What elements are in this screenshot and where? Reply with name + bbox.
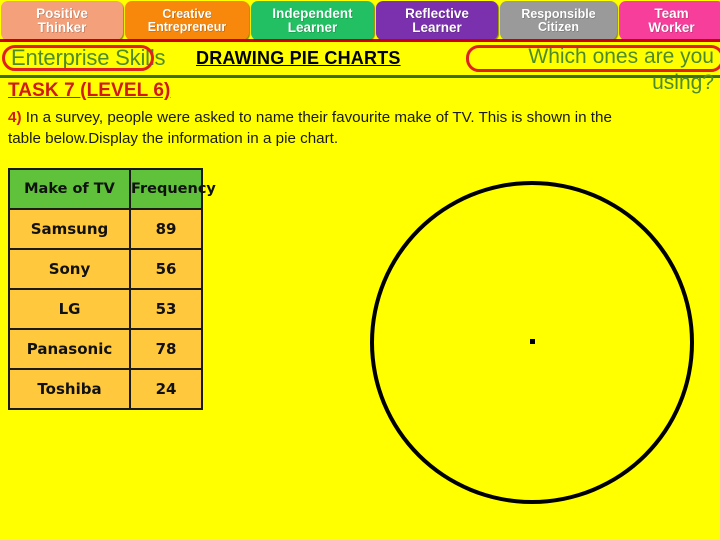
callout-line-2: using? — [652, 70, 714, 94]
cell-frequency: 24 — [129, 368, 203, 410]
task-label: TASK 7 (LEVEL 6) — [8, 80, 171, 101]
tab-line-1: Creative — [162, 6, 212, 21]
cell-frequency: 53 — [129, 288, 203, 330]
tab-line-2: Learner — [412, 19, 462, 35]
tab-line-1: Reflective — [405, 5, 469, 21]
table-row: Samsung 89 — [8, 208, 203, 250]
tab-line-2: Thinker — [37, 19, 87, 35]
tab-line-2: Worker — [648, 19, 695, 35]
tab-line-1: Team — [654, 5, 689, 21]
cell-make: Toshiba — [8, 368, 131, 410]
cell-make: Samsung — [8, 208, 131, 250]
column-header-frequency: Frequency — [129, 168, 216, 210]
tab-creative-entrepreneur[interactable]: Creative Entrepreneur — [125, 1, 249, 40]
tab-line-1: Responsible — [521, 6, 596, 21]
cell-frequency: 56 — [129, 248, 203, 290]
tab-line-2: Learner — [287, 19, 338, 35]
cell-frequency: 78 — [129, 328, 203, 370]
question-text: In a survey, people were asked to name t… — [8, 109, 612, 147]
tab-independent-learner[interactable]: Independent Learner — [251, 1, 374, 40]
cell-make: Sony — [8, 248, 131, 290]
tab-line-1: Positive — [36, 5, 88, 21]
tab-line-2: Citizen — [538, 19, 579, 34]
frequency-table: Make of TV Frequency Samsung 89 Sony 56 … — [8, 168, 216, 410]
tab-positive-thinker[interactable]: Positive Thinker — [1, 1, 123, 40]
tab-reflective-learner[interactable]: Reflective Learner — [376, 1, 498, 40]
cell-make: LG — [8, 288, 131, 330]
tab-responsible-citizen[interactable]: Responsible Citizen — [500, 1, 617, 40]
table-header-row: Make of TV Frequency — [8, 168, 216, 210]
cell-make: Panasonic — [8, 328, 131, 370]
question-number: 4) — [8, 109, 22, 126]
question-paragraph: 4) In a survey, people were asked to nam… — [8, 108, 648, 150]
callout-highlight-box — [466, 45, 720, 72]
page-title: DRAWING PIE CHARTS — [196, 48, 401, 68]
cell-frequency: 89 — [129, 208, 203, 250]
table-row: Panasonic 78 — [8, 328, 203, 370]
table-row: LG 53 — [8, 288, 203, 330]
column-header-make: Make of TV — [8, 168, 131, 210]
table-row: Sony 56 — [8, 248, 203, 290]
table-row: Toshiba 24 — [8, 368, 203, 410]
pie-centre-dot — [530, 339, 535, 344]
skills-tab-strip: Positive Thinker Creative Entrepreneur I… — [0, 0, 720, 40]
tab-line-2: Entrepreneur — [147, 19, 227, 34]
slide-canvas: Positive Thinker Creative Entrepreneur I… — [0, 0, 720, 540]
pie-chart-area — [370, 181, 694, 504]
red-divider-rule — [0, 39, 720, 42]
enterprise-skills-highlight-box — [2, 45, 154, 71]
tab-line-1: Independent — [272, 5, 353, 21]
tab-team-worker[interactable]: Team Worker — [619, 1, 720, 40]
